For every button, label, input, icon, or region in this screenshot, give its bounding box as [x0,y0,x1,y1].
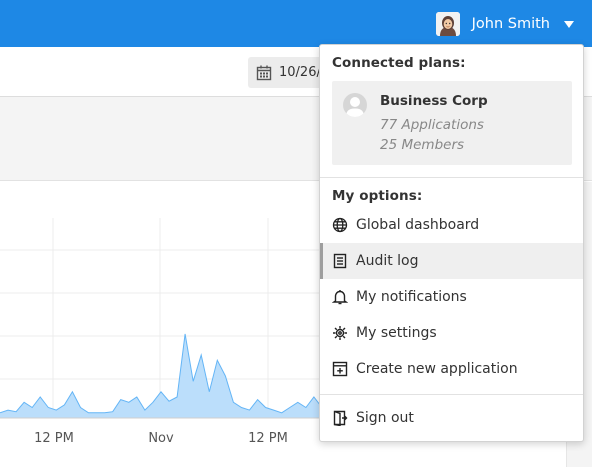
menu-item-label: Audit log [356,253,419,269]
globe-icon [332,217,348,233]
gear-icon [332,325,348,341]
calendar-icon [256,65,272,80]
menu-item-global-dashboard[interactable]: Global dashboard [320,207,583,243]
chevron-down-icon [564,20,574,28]
area-series [0,334,330,418]
plan-applications-count: 77 Applications [380,117,484,133]
menu-item-label: Global dashboard [356,217,480,233]
top-navigation-bar: John Smith [0,0,592,47]
menu-item-my-settings[interactable]: My settings [320,315,583,351]
connected-plans-heading: Connected plans: [332,55,466,71]
plan-name: Business Corp [380,93,488,109]
menu-item-label: My notifications [356,289,467,305]
sign-out-icon [332,410,348,426]
user-name: John Smith [471,16,550,32]
user-menu-toggle[interactable]: John Smith [435,11,574,37]
menu-divider [320,177,583,178]
plan-card[interactable]: Business Corp 77 Applications 25 Members [332,81,572,165]
menu-item-label: My settings [356,325,437,341]
x-tick-label: 12 PM [34,431,74,446]
menu-item-my-notifications[interactable]: My notifications [320,279,583,315]
menu-item-label: Create new application [356,361,518,377]
add-window-icon [332,361,348,377]
menu-item-sign-out[interactable]: Sign out [320,400,583,436]
my-options-heading: My options: [332,188,423,204]
menu-divider [320,394,583,395]
menu-item-label: Sign out [356,410,414,426]
plan-avatar-icon [343,93,367,117]
user-avatar [435,12,460,36]
x-tick-label: Nov [148,431,174,446]
user-dropdown-menu: Connected plans: Business Corp 77 Applic… [319,44,584,442]
plan-members-count: 25 Members [380,137,465,153]
document-icon [332,253,348,269]
menu-item-create-new-application[interactable]: Create new application [320,351,583,387]
menu-item-audit-log[interactable]: Audit log [320,243,583,279]
bell-icon [332,289,348,305]
x-tick-label: 12 PM [248,431,288,446]
date-range-text: 10/26/ [279,65,321,80]
